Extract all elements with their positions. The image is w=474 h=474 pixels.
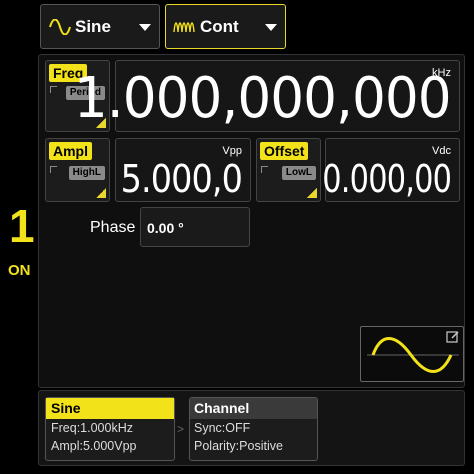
sine-info-freq: Freq:1.000kHz <box>51 421 133 435</box>
pulse-train-icon <box>173 22 195 33</box>
mode-dropdown[interactable]: Cont <box>165 4 286 49</box>
offset-unit: Vdc <box>432 145 451 157</box>
channel-number: 1 <box>9 200 35 252</box>
channel-info-card[interactable]: Channel Sync:OFF Polarity:Positive <box>189 397 318 461</box>
freq-value-field[interactable]: kHz 1.000,000,000 <box>74 60 460 132</box>
bracket-mark <box>50 86 57 93</box>
sine-info-ampl: Ampl:5.000Vpp <box>51 439 137 453</box>
sine-wave-icon <box>49 19 71 35</box>
mode-label: Cont <box>200 17 239 36</box>
ampl-unit: Vpp <box>222 145 242 157</box>
offset-key-label: Offset <box>260 142 309 160</box>
separator-chevron: > <box>177 422 185 436</box>
channel-info-sync: Sync:OFF <box>194 421 251 435</box>
sine-info-card[interactable]: Sine Freq:1.000kHz Ampl:5.000Vpp <box>45 397 175 461</box>
corner-marker-icon <box>96 188 106 198</box>
waveform-preview[interactable] <box>360 326 464 382</box>
lowl-key-label: LowL <box>281 166 316 180</box>
ampl-key-label: Ampl <box>49 142 92 160</box>
bracket-mark <box>261 166 268 173</box>
bracket-mark <box>50 166 57 173</box>
corner-marker-icon <box>307 188 317 198</box>
offset-value: 0.000,00 <box>322 157 452 201</box>
sine-info-title: Sine <box>46 398 174 419</box>
ampl-value-field[interactable]: Vpp 5.000,0 <box>115 138 251 202</box>
phase-value: 0.00 ° <box>147 220 184 236</box>
highl-key-label: HighL <box>68 166 105 180</box>
ampl-key[interactable]: Ampl HighL <box>45 138 110 202</box>
waveform-label: Sine <box>75 17 111 36</box>
waveform-dropdown[interactable]: Sine <box>40 4 160 49</box>
chevron-down-icon <box>265 24 277 31</box>
channel-info-title: Channel <box>190 398 317 419</box>
ampl-value: 5.000,0 <box>120 157 243 201</box>
freq-value: 1.000,000,000 <box>74 66 452 131</box>
phase-value-field[interactable]: 0.00 ° <box>140 207 250 247</box>
edit-icon[interactable] <box>446 330 460 344</box>
phase-label: Phase <box>90 219 136 236</box>
channel-state: ON <box>8 262 31 279</box>
offset-value-field[interactable]: Vdc 0.000,00 <box>322 138 460 202</box>
offset-key[interactable]: Offset LowL <box>256 138 321 202</box>
channel-info-polarity: Polarity:Positive <box>194 439 283 453</box>
chevron-down-icon <box>139 24 151 31</box>
